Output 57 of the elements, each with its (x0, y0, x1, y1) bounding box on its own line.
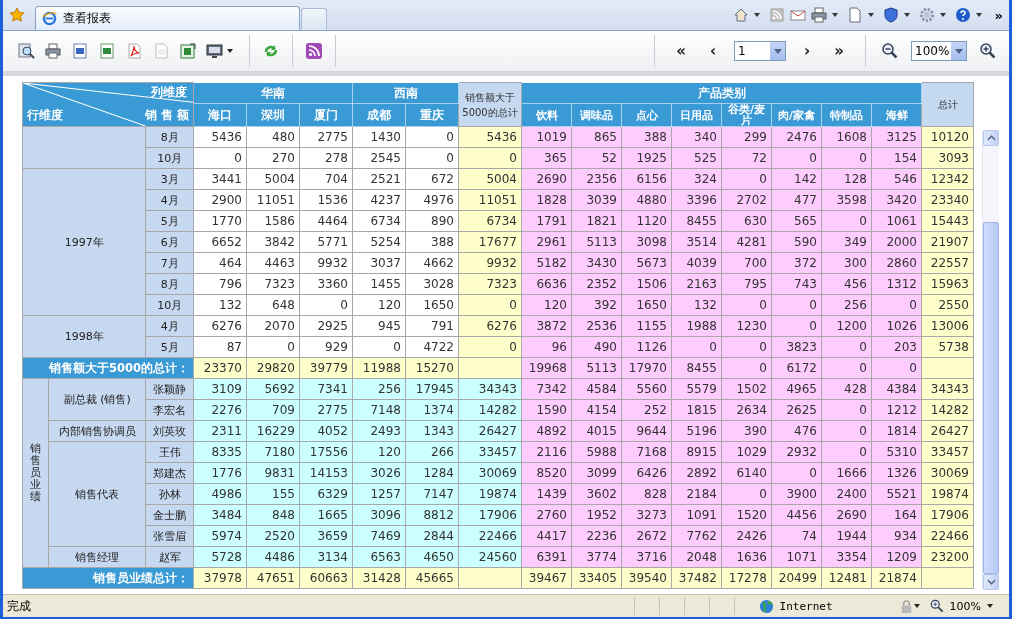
home-icon[interactable] (732, 7, 749, 23)
row-header-cell: 副总裁 (销售) (48, 378, 146, 421)
print-icon[interactable] (44, 42, 62, 60)
row-header-cell: 销售员业绩 (22, 378, 49, 568)
last-page-button[interactable]: » (828, 42, 850, 60)
monitor-icon[interactable] (206, 42, 224, 60)
zoom-icon[interactable] (929, 599, 944, 613)
zoom-select[interactable]: 100% (911, 41, 967, 61)
status-text: 完成 (6, 597, 31, 615)
help-icon[interactable] (954, 7, 971, 23)
caret-icon[interactable] (753, 13, 760, 17)
zoom-out-icon[interactable] (881, 42, 899, 60)
measure-label: 销 售 额 (145, 108, 189, 123)
column-header-cell: 总计 (921, 82, 974, 127)
region-header-cell: 华南 (193, 82, 353, 104)
security-zone-label: Internet (779, 599, 833, 613)
row-header-cell: 1998年 (22, 315, 146, 358)
caret-icon[interactable] (913, 604, 920, 608)
zoom-level-button[interactable]: 100% (949, 599, 981, 613)
next-page-button[interactable]: › (798, 42, 817, 60)
row-dimension-label: 行维度 (27, 108, 63, 123)
row-header-cell: 1997年 (22, 168, 146, 316)
vertical-scrollbar[interactable] (982, 130, 999, 590)
print-icon[interactable] (810, 7, 827, 23)
caret-icon[interactable] (831, 13, 838, 17)
shield-icon[interactable] (882, 7, 899, 23)
browser-tab[interactable]: 查看报表 (35, 6, 300, 30)
caret-icon[interactable] (939, 13, 946, 17)
pdf-document-icon[interactable] (125, 42, 143, 60)
category-header-cell: 产品类别 (521, 82, 922, 104)
search-icon[interactable] (17, 42, 35, 60)
word-document-icon[interactable] (71, 42, 89, 60)
row-header-cell: 销售代表 (48, 441, 146, 547)
column-header-cell: 销售额大于5000的总计 (458, 82, 522, 127)
summary-row-header-cell: 销售额大于5000的总计： (22, 357, 194, 379)
favorites-star-icon[interactable] (9, 7, 25, 23)
first-page-button[interactable]: « (670, 42, 692, 60)
scroll-up-icon[interactable] (986, 135, 996, 141)
browser-logo (42, 11, 57, 26)
region-header-cell: 西南 (352, 82, 459, 104)
scroll-down-icon[interactable] (986, 579, 996, 585)
summary-row-header-cell: 销售员业绩总计： (22, 567, 194, 589)
more-commands-button[interactable]: » (994, 7, 1003, 23)
spreadsheet-export-icon[interactable] (179, 42, 197, 60)
caret-icon[interactable] (987, 604, 993, 608)
page-select[interactable]: 1 (734, 41, 787, 61)
caret-icon[interactable] (227, 49, 233, 53)
excel-document-icon[interactable] (98, 42, 116, 60)
column-dimension-label: 列维度 (151, 85, 187, 100)
globe-icon (758, 598, 774, 614)
caret-icon[interactable] (903, 13, 910, 17)
zoom-in-icon[interactable] (979, 42, 997, 60)
rss-icon[interactable] (305, 42, 323, 60)
mail-icon[interactable] (789, 7, 806, 23)
caret-icon[interactable] (975, 13, 982, 17)
previous-page-button[interactable]: ‹ (703, 42, 723, 60)
caret-icon[interactable] (867, 13, 874, 17)
